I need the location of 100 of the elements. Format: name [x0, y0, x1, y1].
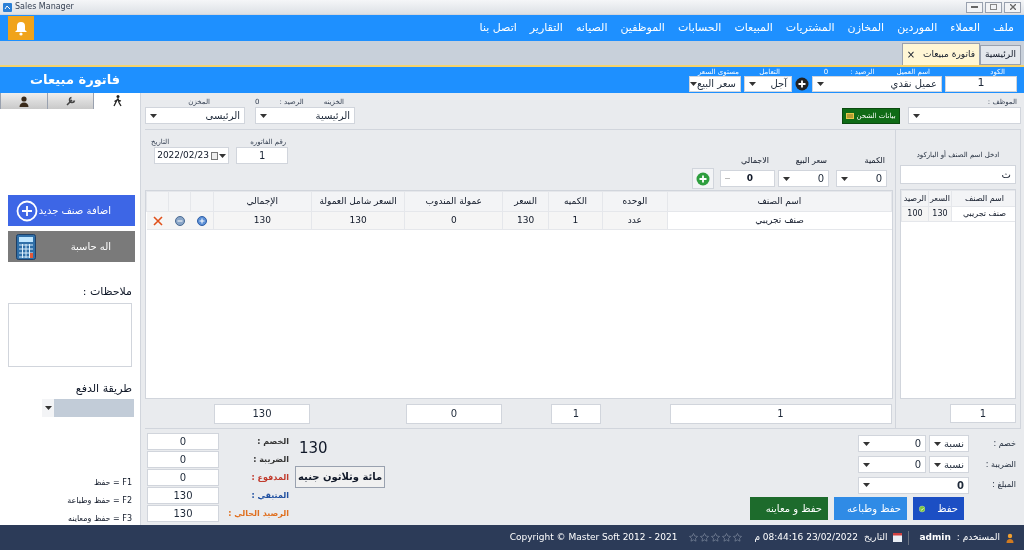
amount-label: المبلغ :	[991, 479, 1016, 491]
calendar-icon	[893, 533, 903, 542]
dropdown[interactable]: 0	[858, 456, 926, 473]
plus-icon[interactable]	[196, 215, 207, 226]
summary-label: الضريبة :	[252, 453, 289, 466]
star-icon	[689, 533, 699, 542]
field-label: الكمية	[864, 156, 885, 165]
summary-field[interactable]: 130	[147, 487, 219, 504]
calendar-icon	[211, 151, 219, 160]
panel-tab[interactable]	[93, 93, 140, 109]
add-item-button[interactable]: اضافة صنف جديد	[8, 195, 135, 226]
close-tab-button[interactable]: ×	[906, 47, 916, 62]
dropdown[interactable]: آجل	[744, 75, 792, 92]
code-field[interactable]: 1	[945, 75, 1017, 92]
invoice-number-field[interactable]: 1	[236, 147, 289, 164]
column-header: السعر	[928, 190, 952, 207]
shortcut-hint: F1 = حفظ	[93, 477, 132, 489]
dropdown[interactable]: الرئيسية	[255, 107, 355, 124]
caret-icon	[913, 113, 920, 118]
close-icon	[1009, 4, 1016, 10]
delete-icon[interactable]	[152, 215, 163, 226]
caret-icon	[219, 153, 227, 158]
customer-dropdown[interactable]: عميل نقدي	[812, 75, 942, 92]
field-label: الاجمالي	[741, 156, 769, 165]
star-icon	[700, 533, 710, 542]
star-icon	[722, 533, 732, 542]
close-button[interactable]	[1004, 1, 1021, 13]
caret-icon	[863, 441, 870, 446]
column-header: الكميه	[548, 191, 603, 212]
wrench-icon	[65, 95, 76, 107]
total-field[interactable]: 1	[669, 403, 892, 424]
save-button[interactable]: حفظ	[913, 497, 964, 520]
panel-tab[interactable]	[0, 93, 47, 109]
add-customer-icon[interactable]	[795, 76, 809, 91]
caret-icon	[150, 113, 157, 118]
column-header: الوحده	[602, 191, 668, 212]
count-field[interactable]: 1	[950, 403, 1016, 423]
shortcut-hint: F2 = حفظ وطباعة	[67, 495, 132, 507]
total-field[interactable]: 0	[406, 403, 502, 424]
caret-icon	[934, 462, 941, 467]
dropdown[interactable]: 0	[836, 170, 887, 187]
amount-dropdown[interactable]: 0	[858, 476, 969, 494]
date-time: 23/02/2022 08:44:16 م	[754, 530, 859, 544]
adjustment-label: خصم :	[992, 437, 1016, 450]
user-name: admin	[919, 530, 951, 544]
preview-button[interactable]: حفظ و معاينه	[750, 497, 828, 520]
amount-in-words: مائة وثلاثون جنيه	[295, 465, 386, 488]
maximize-button[interactable]	[985, 1, 1002, 13]
minimize-button[interactable]	[966, 1, 983, 13]
column-header: السعر	[502, 191, 549, 212]
star-icon	[711, 533, 721, 542]
print-button[interactable]: حفظ وطباعه	[834, 497, 907, 520]
summary-field[interactable]: 0	[147, 433, 219, 450]
adjustment-label: الضريبة :	[984, 458, 1016, 471]
truck-icon	[846, 113, 855, 119]
summary-label: الرصيد الحالي :	[227, 507, 289, 520]
summary-field[interactable]: 130	[147, 505, 219, 522]
dropdown[interactable]: الرئيسى	[145, 107, 245, 124]
tab[interactable]: فاتورة مبيعات ×	[901, 43, 980, 65]
summary-field[interactable]: 0	[147, 469, 219, 486]
minus-icon[interactable]	[174, 215, 185, 226]
summary-label: المدفوع :	[250, 471, 289, 484]
bell-icon	[14, 20, 28, 36]
caret-icon	[817, 81, 824, 86]
dropdown[interactable]: نسبة	[929, 435, 969, 452]
panel-tab[interactable]	[46, 93, 94, 109]
search-field[interactable]: ث	[900, 165, 1016, 184]
dropdown[interactable]: سعر البيع	[689, 75, 741, 92]
total-amount: 130	[298, 438, 328, 459]
total-field[interactable]: 1	[551, 403, 601, 424]
caret-icon	[44, 406, 52, 410]
summary-field[interactable]: 0	[147, 451, 219, 468]
caret-icon	[934, 441, 941, 446]
payment-label: طريقة الدفع	[75, 380, 132, 397]
dropdown[interactable]: 0	[778, 170, 829, 187]
copyright-text: Copyright © Master Soft 2012 - 2021	[509, 530, 678, 544]
total-field[interactable]: 130	[214, 403, 310, 424]
date-picker[interactable]: 2022/02/23	[154, 147, 230, 164]
calculator-button[interactable]: اله حاسبة	[8, 231, 135, 262]
input-field[interactable]: 0	[720, 170, 775, 187]
column-header: الإجمالي	[213, 191, 312, 212]
field-label: سعر البيع	[795, 156, 827, 165]
column-header: السعر شامل العمولة	[311, 191, 405, 212]
plus-circle-icon	[16, 199, 38, 222]
caret-icon	[863, 483, 870, 487]
dropdown[interactable]: نسبة	[929, 456, 969, 473]
column-header: عمولة المندوب	[404, 191, 503, 212]
maximize-icon	[990, 4, 997, 10]
summary-label: المتبقي :	[250, 489, 289, 502]
column-header: اسم الصنف	[667, 191, 892, 212]
user-label: المستخدم :	[956, 530, 1000, 544]
dropdown[interactable]: 0	[858, 435, 926, 452]
column-header: اسم الصنف	[951, 190, 1015, 207]
page-title: فاتورة مبيعات	[30, 71, 121, 90]
user-icon	[18, 95, 29, 107]
tab[interactable]: الرئيسية	[980, 45, 1021, 65]
walking-person-icon	[112, 95, 122, 107]
notes-field[interactable]	[8, 302, 132, 367]
app-icon	[3, 2, 12, 12]
star-icon	[733, 533, 743, 542]
